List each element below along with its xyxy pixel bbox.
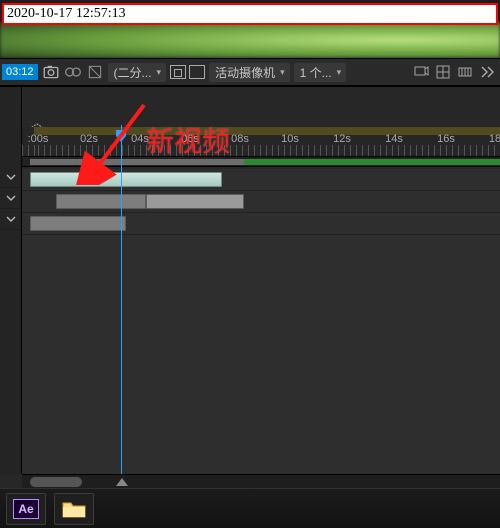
tick-label: 12s — [333, 133, 351, 145]
tick-label: 16s — [437, 133, 455, 145]
exposure-icon[interactable] — [86, 63, 104, 81]
work-area-rendered — [244, 159, 500, 165]
track-row[interactable] — [22, 279, 500, 301]
timeline-zoom-scroll[interactable] — [22, 474, 500, 488]
view-options-icon[interactable] — [412, 63, 430, 81]
grid-icon[interactable] — [434, 63, 452, 81]
layout-buttons — [170, 65, 205, 79]
timecode-readout[interactable]: 03:12 — [2, 64, 38, 80]
annotation-arrow — [64, 99, 154, 185]
fast-preview-icon[interactable] — [478, 63, 496, 81]
layer-toggle[interactable] — [0, 209, 21, 230]
tick-label: :00s — [28, 133, 49, 145]
snapshot-icon[interactable] — [42, 63, 60, 81]
tick-label: 10s — [281, 133, 299, 145]
track-row[interactable] — [22, 433, 500, 455]
layer-toggle[interactable] — [0, 167, 21, 188]
video-clip[interactable] — [30, 216, 126, 231]
timestamp-overlay: 2020-10-17 12:57:13 — [2, 3, 498, 25]
track-row[interactable] — [22, 345, 500, 367]
transparency-grid-icon[interactable] — [189, 65, 205, 79]
zoom-slider-icon[interactable] — [116, 478, 128, 486]
track-row[interactable] — [22, 235, 500, 257]
resolution-label: (二分... — [114, 64, 152, 81]
annotation-label: 新视频 — [146, 120, 230, 160]
timeline-gutter — [0, 87, 22, 474]
track-row[interactable] — [22, 411, 500, 433]
scroll-thumb[interactable] — [30, 477, 82, 487]
track-row[interactable] — [22, 367, 500, 389]
track-row[interactable] — [22, 257, 500, 279]
preview-toolbar: 03:12 (二分... ▾ 活动摄像机 ▾ 1 个... ▾ — [0, 58, 500, 86]
preview-fragment — [0, 22, 500, 58]
tick-label: 14s — [385, 133, 403, 145]
ae-app-icon: Ae — [13, 499, 39, 519]
layer-toggle[interactable] — [0, 188, 21, 209]
track-row[interactable] — [22, 323, 500, 345]
camera-dropdown[interactable]: 活动摄像机 ▾ — [209, 63, 290, 82]
tracks-area[interactable] — [22, 169, 500, 474]
pixel-aspect-icon[interactable] — [456, 63, 474, 81]
view-count-label: 1 个... — [300, 64, 332, 81]
track-row[interactable] — [22, 389, 500, 411]
chevron-down-icon: ▾ — [280, 67, 285, 78]
timestamp-text: 2020-10-17 12:57:13 — [7, 6, 126, 21]
region-of-interest-icon[interactable] — [170, 65, 186, 79]
channel-icon[interactable] — [64, 63, 82, 81]
playhead-line[interactable] — [121, 157, 122, 474]
tick-label: 18 — [489, 133, 500, 145]
resolution-dropdown[interactable]: (二分... ▾ — [108, 63, 167, 82]
view-count-dropdown[interactable]: 1 个... ▾ — [294, 63, 347, 82]
camera-label: 活动摄像机 — [215, 64, 275, 81]
track-row[interactable] — [22, 301, 500, 323]
taskbar-app-explorer[interactable] — [54, 493, 94, 525]
windows-taskbar: Ae — [0, 488, 500, 528]
tick-label: 08s — [231, 133, 249, 145]
video-clip[interactable] — [146, 194, 244, 209]
video-clip[interactable] — [56, 194, 146, 209]
track-row[interactable] — [22, 213, 500, 235]
taskbar-app-aftereffects[interactable]: Ae — [6, 493, 46, 525]
track-row[interactable] — [22, 191, 500, 213]
folder-icon — [61, 499, 87, 519]
chevron-down-icon: ▾ — [337, 67, 342, 78]
chevron-down-icon: ▾ — [157, 67, 162, 78]
